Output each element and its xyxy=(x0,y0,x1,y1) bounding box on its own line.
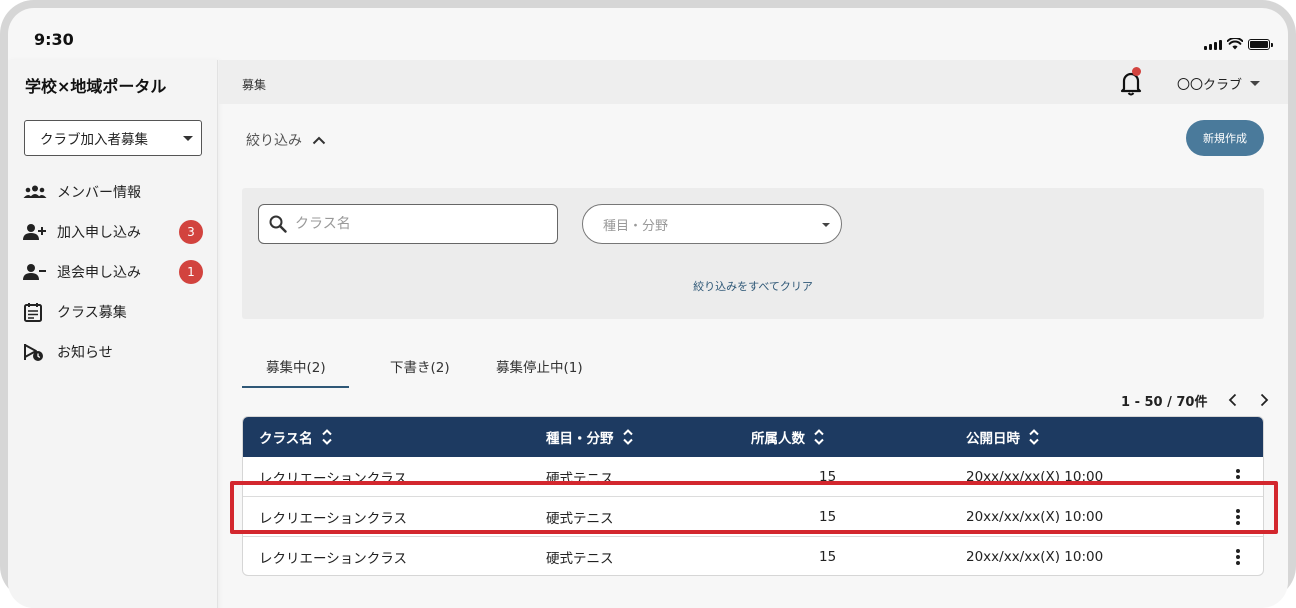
announcement-icon xyxy=(23,341,49,363)
header-label: 所属人数 xyxy=(751,431,805,447)
search-icon xyxy=(269,215,287,233)
clear-filters-link[interactable]: 絞り込みをすべてクリア xyxy=(242,278,1264,294)
status-icons xyxy=(1204,38,1273,50)
more-menu-icon[interactable] xyxy=(1233,467,1243,487)
app-title: 学校×地域ポータル xyxy=(25,77,167,96)
breadcrumb: 募集 xyxy=(242,78,267,92)
cell-published: 20xx/xx/xx(X) 10:00 xyxy=(966,549,1104,565)
sidebar-item-leave-requests[interactable]: 退会申し込み 1 xyxy=(23,260,203,284)
sort-header-members[interactable]: 所属人数 xyxy=(751,417,825,457)
sidebar-item-label: メンバー情報 xyxy=(57,185,141,201)
search-input[interactable] xyxy=(295,216,535,232)
context-select[interactable]: クラブ加入者募集 xyxy=(24,120,202,156)
sidebar-item-label: 退会申し込み xyxy=(57,265,141,281)
cell-published: 20xx/xx/xx(X) 10:00 xyxy=(966,509,1104,525)
active-tab-indicator xyxy=(242,386,349,388)
more-menu-icon[interactable] xyxy=(1233,547,1243,567)
next-page-button[interactable] xyxy=(1257,390,1271,410)
pagination-range: 1 - 50 / 70件 xyxy=(1121,394,1208,410)
cell-category: 硬式テニス xyxy=(546,471,614,487)
header-label: クラス名 xyxy=(259,431,313,447)
filter-panel: 種目・分野 絞り込みをすべてクリア xyxy=(242,188,1264,319)
more-menu-icon[interactable] xyxy=(1233,507,1243,527)
person-add-icon xyxy=(23,221,49,243)
tab-stopped[interactable]: 募集停止中(1) xyxy=(496,356,583,376)
header-label: 種目・分野 xyxy=(546,431,614,447)
cell-members: 15 xyxy=(819,549,837,565)
cell-class-name: レクリエーションクラス xyxy=(259,471,407,487)
sidebar-item-join-requests[interactable]: 加入申し込み 3 xyxy=(23,220,203,244)
caret-down-icon xyxy=(1250,81,1261,86)
screen: 9:30 学校×地域ポータル クラブ加入者募集 メンバー情報 加入申し込み 3 … xyxy=(8,8,1288,608)
sort-icon xyxy=(322,429,332,445)
tab-draft[interactable]: 下書き(2) xyxy=(390,356,450,376)
calendar-list-icon xyxy=(23,301,49,323)
sidebar-item-notices[interactable]: お知らせ xyxy=(23,340,203,364)
chevron-right-icon xyxy=(1260,393,1269,407)
tab-recruiting[interactable]: 募集中(2) xyxy=(266,356,326,376)
cell-category: 硬式テニス xyxy=(546,551,614,567)
class-table: クラス名 種目・分野 所属人数 公開日時 レクリエーションクラス 硬式テニス 1… xyxy=(242,416,1264,576)
cell-published: 20xx/xx/xx(X) 10:00 xyxy=(966,469,1104,485)
filter-toggle[interactable]: 絞り込み xyxy=(246,130,326,150)
sidebar: 学校×地域ポータル クラブ加入者募集 メンバー情報 加入申し込み 3 退会申し込… xyxy=(8,60,218,608)
sort-header-published[interactable]: 公開日時 xyxy=(966,417,1040,457)
search-field[interactable] xyxy=(258,204,558,244)
device-frame: 9:30 学校×地域ポータル クラブ加入者募集 メンバー情報 加入申し込み 3 … xyxy=(0,0,1296,608)
signal-icon xyxy=(1204,39,1222,50)
sort-icon xyxy=(1029,429,1039,445)
table-row[interactable]: レクリエーションクラス 硬式テニス 15 20xx/xx/xx(X) 10:00 xyxy=(243,457,1263,497)
count-badge: 1 xyxy=(179,260,203,284)
sidebar-item-label: クラス募集 xyxy=(57,305,127,321)
status-time: 9:30 xyxy=(34,30,74,49)
clear-filters-label[interactable]: 絞り込みをすべてクリア xyxy=(693,280,813,293)
cell-class-name: レクリエーションクラス xyxy=(259,511,407,527)
category-select-placeholder: 種目・分野 xyxy=(603,218,669,234)
sort-icon xyxy=(814,429,824,445)
caret-down-icon xyxy=(822,223,830,227)
table-row[interactable]: レクリエーションクラス 硬式テニス 15 20xx/xx/xx(X) 10:00 xyxy=(243,537,1263,575)
pagination: 1 - 50 / 70件 xyxy=(1121,390,1271,410)
cell-members: 15 xyxy=(819,509,837,525)
filter-toggle-label: 絞り込み xyxy=(246,133,302,149)
table-header: クラス名 種目・分野 所属人数 公開日時 xyxy=(243,417,1263,457)
sort-header-class-name[interactable]: クラス名 xyxy=(259,417,333,457)
cell-members: 15 xyxy=(819,469,837,485)
battery-icon xyxy=(1248,38,1273,50)
members-icon xyxy=(23,181,49,203)
chevron-up-icon xyxy=(312,136,326,144)
main-content: 募集 〇〇クラブ 絞り込み 新規作成 クラス名 種目・分野 絞り込みをすべてクリ… xyxy=(219,60,1288,608)
person-remove-icon xyxy=(23,261,49,283)
user-name: 〇〇クラブ xyxy=(1177,78,1243,93)
wifi-icon xyxy=(1227,38,1243,50)
sidebar-item-class-recruitment[interactable]: クラス募集 xyxy=(23,300,203,324)
sidebar-item-members[interactable]: メンバー情報 xyxy=(23,180,203,204)
status-tabs: 募集中(2) 下書き(2) 募集停止中(1) xyxy=(242,350,842,388)
context-select-value: クラブ加入者募集 xyxy=(40,132,148,148)
top-bar: 募集 〇〇クラブ xyxy=(219,60,1288,104)
sidebar-item-label: 加入申し込み xyxy=(57,225,141,241)
category-select[interactable]: 種目・分野 xyxy=(582,204,842,244)
sort-icon xyxy=(622,429,633,445)
sidebar-item-label: お知らせ xyxy=(57,345,113,361)
cell-category: 硬式テニス xyxy=(546,511,614,527)
cell-class-name: レクリエーションクラス xyxy=(259,551,407,567)
sort-header-category[interactable]: 種目・分野 xyxy=(546,417,634,457)
prev-page-button[interactable] xyxy=(1225,390,1239,410)
header-label: 公開日時 xyxy=(966,431,1020,447)
table-row[interactable]: レクリエーションクラス 硬式テニス 15 20xx/xx/xx(X) 10:00 xyxy=(243,497,1263,537)
caret-down-icon xyxy=(183,136,193,141)
notification-dot xyxy=(1132,67,1141,76)
count-badge: 3 xyxy=(179,220,203,244)
user-menu[interactable]: 〇〇クラブ xyxy=(1177,74,1261,93)
new-button[interactable]: 新規作成 xyxy=(1186,120,1264,156)
chevron-left-icon xyxy=(1228,393,1237,407)
